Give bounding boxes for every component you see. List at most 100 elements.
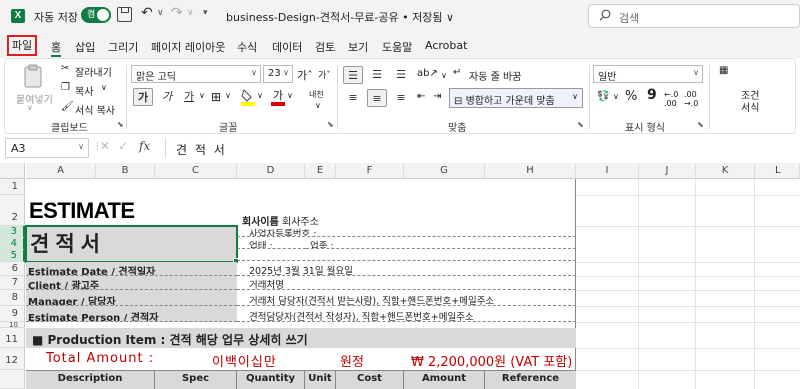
clipboard-launcher-icon[interactable]: ⬊ bbox=[117, 120, 124, 129]
tab-draw[interactable]: 그리기 bbox=[108, 39, 138, 55]
font-launcher-icon[interactable]: ⬊ bbox=[327, 120, 334, 129]
name-box[interactable]: A3 ∨ bbox=[5, 138, 89, 158]
total-amount-korean[interactable]: 이백이십만 bbox=[212, 351, 332, 369]
border-icon[interactable]: ⊞ bbox=[211, 90, 221, 104]
redo-dropdown-icon[interactable]: ∨ bbox=[187, 8, 194, 18]
estimate-title[interactable]: ESTIMATE bbox=[29, 198, 179, 224]
tab-acrobat[interactable]: Acrobat bbox=[425, 39, 467, 52]
align-top-icon[interactable]: ☰ bbox=[343, 66, 363, 84]
column-header-b[interactable]: B bbox=[96, 163, 155, 179]
search-box[interactable]: 검색 bbox=[588, 4, 800, 28]
manager-value[interactable]: 거래처 담당자(견적서 받는사람), 직함+핸드폰번호+메일주소 bbox=[237, 290, 576, 306]
col-spec[interactable]: Spec bbox=[155, 371, 237, 389]
biz-reg-no-cell[interactable]: 사업자등록번호 : bbox=[237, 225, 576, 237]
column-header-k[interactable]: K bbox=[696, 163, 755, 179]
total-amount-label[interactable]: Total Amount : bbox=[46, 351, 176, 369]
percent-button[interactable]: % bbox=[625, 89, 637, 104]
col-reference[interactable]: Reference bbox=[485, 371, 576, 389]
decrease-decimal-icon[interactable]: .00 →.0 bbox=[684, 90, 698, 108]
paste-icon[interactable] bbox=[19, 63, 47, 91]
confirm-entry-icon[interactable]: ✓ bbox=[118, 139, 128, 153]
decrease-indent-icon[interactable]: ⇤ bbox=[417, 91, 425, 102]
tab-help[interactable]: 도움말 bbox=[382, 39, 412, 55]
row-header-1[interactable]: 1 bbox=[0, 179, 25, 195]
font-color-icon[interactable]: 가 bbox=[271, 87, 285, 107]
col-amount[interactable]: Amount bbox=[404, 371, 485, 389]
document-title-cell[interactable]: 견적서 bbox=[25, 225, 238, 263]
column-header-c[interactable]: C bbox=[155, 163, 237, 179]
fill-color-dropdown-icon[interactable]: ∨ bbox=[257, 91, 263, 100]
number-format-select[interactable]: 일반 ∨ bbox=[593, 65, 703, 83]
italic-button[interactable]: 가 bbox=[157, 88, 177, 106]
tab-data[interactable]: 데이터 bbox=[272, 39, 302, 55]
production-item-cell[interactable]: ■ Production Item : 견적 해당 업무 상세히 쓰기 bbox=[26, 328, 576, 348]
redo-icon[interactable]: ↷ bbox=[171, 5, 183, 21]
increase-decimal-icon[interactable]: ←.0.00 bbox=[664, 90, 678, 108]
tab-insert[interactable]: 삽입 bbox=[75, 39, 95, 55]
copy-button[interactable]: 복사 bbox=[75, 83, 93, 98]
font-size-select[interactable]: 23 ∨ bbox=[263, 65, 293, 83]
estimator-label[interactable]: Estimate Person / 견적자 bbox=[26, 306, 237, 322]
estimate-date-label[interactable]: Estimate Date / 견적일자 bbox=[26, 262, 237, 276]
accounting-dropdown-icon[interactable]: ∨ bbox=[613, 92, 619, 101]
underline-button[interactable]: 가 bbox=[179, 88, 199, 106]
merge-center-button[interactable]: ⊟ 병합하고 가운데 맞춤 ∨ bbox=[449, 88, 583, 108]
cancel-entry-icon[interactable]: ✕ bbox=[100, 139, 110, 153]
conditional-format-icon[interactable]: ▦ bbox=[719, 65, 728, 76]
row-header-13[interactable] bbox=[0, 370, 25, 389]
copy-dropdown-icon[interactable]: ∨ bbox=[101, 83, 107, 92]
increase-indent-icon[interactable]: ⇥ bbox=[433, 91, 441, 102]
biz-type-cell[interactable]: 업태 : bbox=[237, 237, 306, 249]
font-name-select[interactable]: 맑은 고딕 ∨ bbox=[131, 65, 261, 83]
formula-input[interactable]: 견 적 서 bbox=[165, 138, 800, 158]
font-color-dropdown-icon[interactable]: ∨ bbox=[287, 91, 293, 100]
row-header-6[interactable]: 6 bbox=[0, 262, 25, 276]
tab-file[interactable]: 파일 bbox=[7, 35, 37, 56]
underline-dropdown-icon[interactable]: ∨ bbox=[199, 91, 205, 100]
row-header-2[interactable]: 2 bbox=[0, 195, 25, 226]
undo-icon[interactable]: ↶ bbox=[141, 5, 153, 21]
tab-home[interactable]: 홈 bbox=[51, 39, 62, 57]
align-right-icon[interactable]: ≡ bbox=[391, 89, 411, 107]
client-label[interactable]: Client / 광고주 bbox=[26, 276, 237, 290]
tab-formulas[interactable]: 수식 bbox=[237, 39, 257, 55]
border-dropdown-icon[interactable]: ∨ bbox=[225, 91, 231, 100]
undo-dropdown-icon[interactable]: ∨ bbox=[157, 8, 164, 18]
number-launcher-icon[interactable]: ⬊ bbox=[697, 120, 704, 129]
column-header-a[interactable]: A bbox=[26, 163, 96, 179]
increase-font-icon[interactable]: 가ˆ bbox=[297, 67, 313, 83]
column-header-g[interactable]: G bbox=[404, 163, 485, 179]
alignment-launcher-icon[interactable]: ⬊ bbox=[577, 120, 584, 129]
conditional-format-label-2[interactable]: 서식 bbox=[741, 99, 759, 114]
save-icon[interactable] bbox=[117, 7, 132, 22]
row-header-4[interactable]: 4 bbox=[0, 238, 25, 250]
biz-item-cell[interactable]: 업종 : bbox=[306, 237, 576, 249]
row-header-8[interactable]: 8 bbox=[0, 290, 25, 306]
decrease-font-icon[interactable]: 가ˇ bbox=[318, 68, 331, 81]
row-header-5[interactable]: 5 bbox=[0, 250, 25, 262]
total-amount-numeric[interactable]: ₩ 2,200,000원 (VAT 포함) bbox=[411, 351, 576, 369]
row-header-9[interactable]: 9 bbox=[0, 306, 25, 322]
orientation-dropdown-icon[interactable]: ∨ bbox=[441, 71, 447, 80]
format-painter-button[interactable]: 서식 복사 bbox=[75, 102, 115, 117]
column-header-i[interactable]: I bbox=[576, 163, 639, 179]
client-value[interactable]: 거래처명 bbox=[237, 276, 576, 290]
column-header-l[interactable]: L bbox=[755, 163, 800, 179]
select-all-corner[interactable] bbox=[0, 163, 25, 179]
col-description[interactable]: Description bbox=[26, 371, 155, 389]
orientation-icon[interactable]: ab↗ bbox=[417, 68, 438, 79]
fill-color-icon[interactable] bbox=[241, 87, 255, 107]
cut-button[interactable]: 잘라내기 bbox=[75, 64, 112, 79]
paste-dropdown-icon[interactable]: ∨ bbox=[27, 103, 33, 112]
col-quantity[interactable]: Quantity bbox=[237, 371, 305, 389]
estimate-date-value[interactable]: 2025년 3월 31일 월요일 bbox=[237, 262, 576, 276]
wrap-text-button[interactable]: 자동 줄 바꿈 bbox=[469, 68, 521, 83]
customize-toolbar-icon[interactable]: ▾ bbox=[203, 8, 208, 18]
row-header-3[interactable]: 3 bbox=[0, 226, 25, 238]
tab-review[interactable]: 검토 bbox=[315, 39, 335, 55]
autosave-toggle[interactable]: 켬 bbox=[81, 7, 111, 23]
align-bottom-icon[interactable]: ☰ bbox=[391, 66, 411, 84]
row-header-7[interactable]: 7 bbox=[0, 276, 25, 290]
phonetic-button[interactable]: 내천 bbox=[309, 89, 324, 100]
tab-view[interactable]: 보기 bbox=[348, 39, 368, 55]
